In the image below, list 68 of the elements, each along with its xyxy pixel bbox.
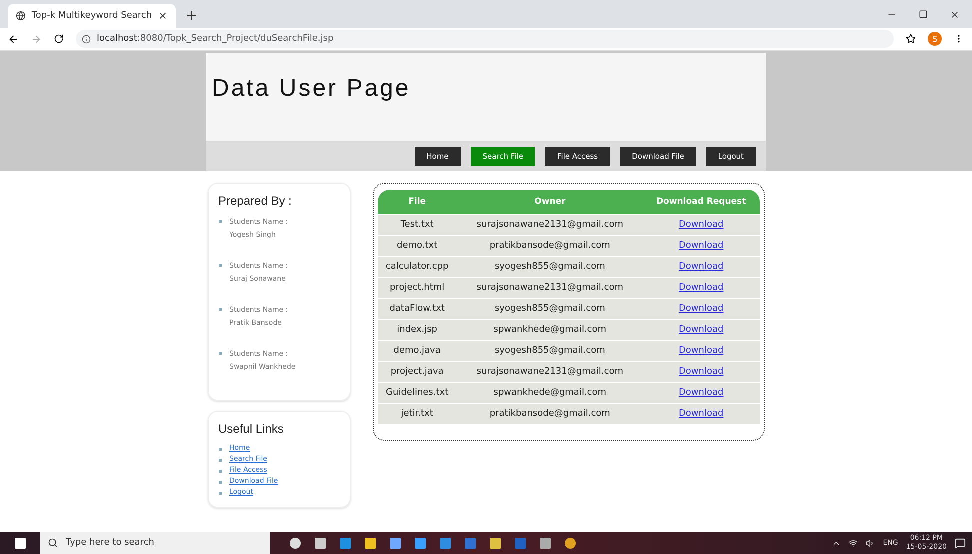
- globe-icon: [16, 11, 26, 21]
- download-link[interactable]: Download: [678, 241, 724, 251]
- download-link[interactable]: Download: [678, 262, 724, 272]
- notification-icon[interactable]: [955, 538, 966, 548]
- download-link[interactable]: Download: [678, 283, 724, 293]
- back-icon[interactable]: [8, 34, 19, 44]
- table-cell: syogesh855@gmail.com: [457, 340, 644, 362]
- table-cell: pratikbansode@gmail.com: [457, 236, 644, 256]
- table-cell: spwankhede@gmail.com: [457, 382, 644, 404]
- taskbar-app-icon[interactable]: [315, 538, 326, 548]
- bullet-icon: [218, 448, 222, 451]
- taskbar-app-icon[interactable]: [415, 538, 426, 548]
- browser-tab[interactable]: Top-k Multikeyword Search: [8, 4, 176, 28]
- column-header: Owner: [457, 190, 644, 214]
- table-cell: demo.java: [378, 340, 458, 362]
- table-cell: dataFlow.txt: [378, 298, 458, 320]
- download-link[interactable]: Download: [678, 304, 724, 314]
- bullet-icon: [218, 352, 222, 355]
- reload-icon[interactable]: [54, 34, 64, 44]
- taskbar-app-icon[interactable]: [540, 538, 551, 548]
- table-cell: Guidelines.txt: [378, 382, 458, 404]
- table-cell: demo.txt: [378, 236, 458, 256]
- table-cell: calculator.cpp: [378, 256, 458, 278]
- wifi-icon[interactable]: [849, 538, 858, 548]
- download-link[interactable]: Download: [678, 346, 724, 356]
- table-cell: syogesh855@gmail.com: [457, 256, 644, 278]
- table-cell: surajsonawane2131@gmail.com: [457, 214, 644, 236]
- table-cell: spwankhede@gmail.com: [457, 320, 644, 340]
- table-cell: project.java: [378, 362, 458, 382]
- address-bar[interactable]: localhost:8080/Topk_Search_Project/duSearchFile.jsp: [76, 30, 894, 48]
- close-icon[interactable]: [950, 10, 960, 20]
- table-cell: index.jsp: [378, 320, 458, 340]
- taskbar-app-icon[interactable]: [290, 538, 301, 548]
- close-tab-icon[interactable]: [158, 11, 168, 21]
- download-link[interactable]: Download: [678, 367, 724, 377]
- taskbar-app-icon[interactable]: [365, 538, 376, 548]
- download-link[interactable]: Download: [678, 325, 724, 335]
- taskbar-search-field[interactable]: Type here to search: [40, 532, 270, 554]
- taskbar-app-icon[interactable]: [490, 538, 501, 548]
- taskbar-app-icon[interactable]: [565, 538, 576, 548]
- download-link[interactable]: Download: [678, 388, 724, 398]
- panel-title: Useful Links: [218, 422, 285, 436]
- download-link[interactable]: Download: [678, 220, 724, 230]
- table-cell: surajsonawane2131@gmail.com: [457, 362, 644, 382]
- bullet-icon: [218, 264, 222, 267]
- table-cell: jetir.txt: [378, 404, 458, 424]
- panel-title: Prepared By :: [218, 194, 293, 208]
- bullet-icon: [218, 220, 222, 223]
- table-cell: pratikbansode@gmail.com: [457, 404, 644, 424]
- volume-icon[interactable]: [866, 538, 876, 548]
- bullet-icon: [218, 470, 222, 473]
- page-title: Data User Page: [212, 75, 411, 103]
- table-cell: Test.txt: [378, 214, 458, 236]
- new-tab-button[interactable]: +: [186, 8, 198, 24]
- table-cell: syogesh855@gmail.com: [457, 298, 644, 320]
- maximize-icon[interactable]: [919, 10, 928, 19]
- download-link[interactable]: Download: [678, 409, 724, 419]
- column-header: Download Request: [643, 190, 760, 214]
- bullet-icon: [218, 492, 222, 495]
- bullet-icon: [218, 481, 222, 484]
- table-cell: surajsonawane2131@gmail.com: [457, 278, 644, 298]
- table-cell: project.html: [378, 278, 458, 298]
- column-header: File: [378, 190, 458, 214]
- bullet-icon: [218, 459, 222, 462]
- bullet-icon: [218, 308, 222, 311]
- bookmark-star-icon[interactable]: [906, 34, 916, 44]
- taskbar-app-icon[interactable]: [390, 538, 401, 548]
- search-icon: [48, 538, 58, 548]
